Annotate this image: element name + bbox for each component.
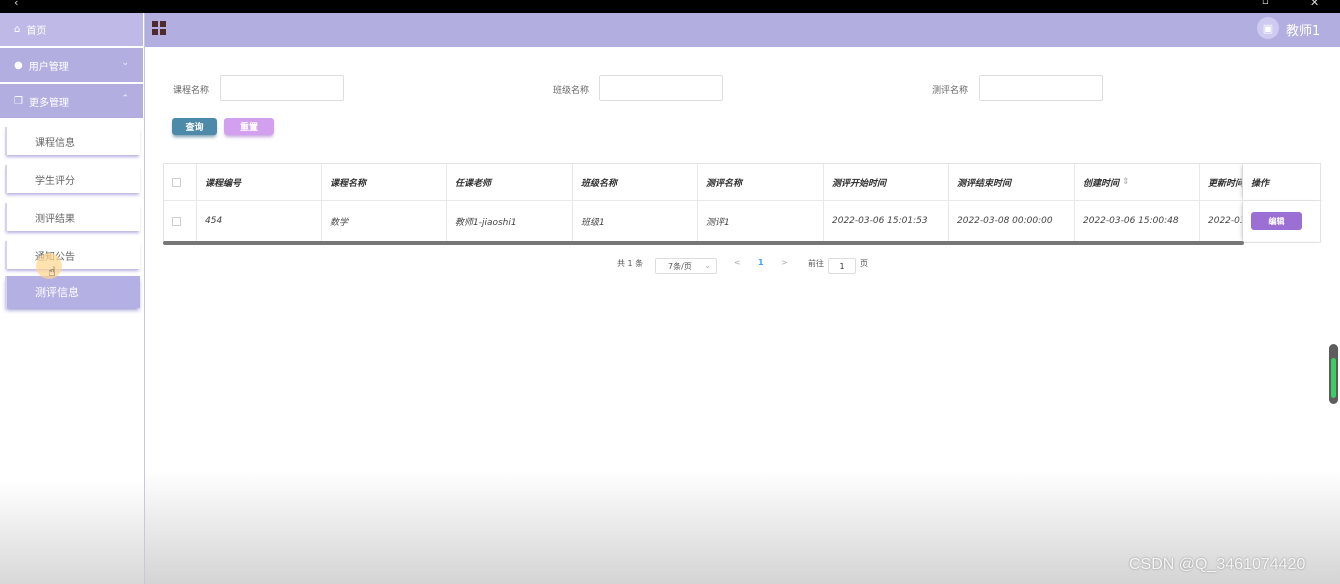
pagination-total: 共 1 条 — [617, 259, 644, 268]
avatar-icon[interactable]: ▣ — [1257, 17, 1279, 39]
username[interactable]: 教师1 — [1286, 20, 1320, 39]
page-size-select[interactable]: 7条/页 ⌄ — [655, 258, 717, 274]
sidebar-item-label: 学生评分 — [35, 175, 75, 187]
user-icon: ● — [14, 59, 23, 71]
cell-updated-time: 2022-03- — [1200, 201, 1243, 241]
top-header: ▣ 教师1 — [145, 13, 1340, 47]
sidebar-item-eval-info[interactable]: 测评信息 — [5, 276, 140, 308]
table-row: 454 数学 教师1-jiaoshi1 班级1 测评1 2022-03-06 1… — [164, 201, 1322, 241]
copy-icon: ❐ — [14, 95, 23, 107]
sidebar-item-label: 测评结果 — [35, 213, 75, 225]
column-header: 操作 — [1243, 164, 1322, 200]
goto-page-input[interactable]: 1 — [828, 258, 856, 274]
back-icon[interactable]: ‹ — [14, 0, 18, 9]
row-select-cell — [164, 201, 197, 241]
column-header: 测评结束时间 — [949, 164, 1075, 200]
chevron-down-icon: ⌄ — [704, 261, 711, 270]
vertical-scrollbar[interactable] — [1329, 344, 1338, 404]
table-horizontal-scrollbar[interactable] — [163, 241, 1244, 245]
sidebar-item-label: 测评信息 — [35, 286, 79, 299]
course-name-input[interactable] — [220, 75, 344, 101]
cell-actions: 编辑 — [1243, 201, 1322, 241]
sidebar-item-label: 更多管理 — [28, 97, 69, 109]
cell-start-time: 2022-03-06 15:01:53 — [824, 201, 949, 241]
data-table: 课程编号 课程名称 任课老师 班级名称 测评名称 测评开始时间 测评结束时间 创… — [163, 163, 1322, 243]
menu-grid-icon[interactable] — [152, 21, 166, 35]
cell-class-name: 班级1 — [573, 201, 698, 241]
page-number-current[interactable]: 1 — [758, 258, 764, 267]
class-name-input[interactable] — [599, 75, 723, 101]
reset-button[interactable]: 重置 — [224, 118, 274, 135]
cell-course-no: 454 — [197, 201, 322, 241]
sidebar-item-user-management[interactable]: ● 用户管理 ⌄ — [0, 48, 143, 82]
class-name-label: 班级名称 — [553, 86, 590, 96]
cell-course-name: 数学 — [322, 201, 447, 241]
select-all-checkbox[interactable] — [172, 177, 181, 187]
sidebar-item-announcements[interactable]: 通知公告 — [5, 241, 140, 269]
sidebar-item-more-management[interactable]: ❐ 更多管理 ⌃ — [0, 84, 143, 118]
close-window-icon[interactable]: ✕ — [1310, 0, 1319, 9]
cell-created-time: 2022-03-06 15:00:48 — [1075, 201, 1200, 241]
page-unit-label: 页 — [860, 259, 868, 268]
row-checkbox[interactable] — [172, 216, 181, 226]
select-all-cell — [164, 164, 197, 200]
sidebar: ⌂ 首页 ● 用户管理 ⌄ ❐ 更多管理 ⌃ 课程信息 学生评分 测评结果 通知… — [0, 13, 145, 584]
sidebar-item-label: 课程信息 — [35, 137, 75, 149]
table-header: 课程编号 课程名称 任课老师 班级名称 测评名称 测评开始时间 测评结束时间 创… — [164, 164, 1322, 201]
chevron-up-icon: ⌃ — [121, 94, 129, 104]
cell-end-time: 2022-03-08 00:00:00 — [949, 201, 1075, 241]
eval-name-label: 测评名称 — [932, 86, 969, 96]
watermark: CSDN @Q_3461074420 — [1129, 556, 1306, 573]
column-header: 测评名称 — [698, 164, 824, 200]
query-button[interactable]: 查询 — [172, 118, 217, 135]
chevron-down-icon: ⌄ — [121, 58, 129, 68]
window-title-bar: ‹ ▫ ✕ — [0, 0, 1340, 15]
column-header: 测评开始时间 — [824, 164, 949, 200]
next-page-button[interactable]: > — [781, 258, 788, 267]
cell-eval-name: 测评1 — [698, 201, 824, 241]
sidebar-item-label: 首页 — [26, 26, 47, 37]
sidebar-item-eval-results[interactable]: 测评结果 — [5, 203, 140, 231]
eval-name-input[interactable] — [979, 75, 1103, 101]
column-header: 任课老师 — [447, 164, 573, 200]
course-name-label: 课程名称 — [173, 86, 210, 96]
hand-cursor-icon: ☝ — [48, 265, 56, 280]
column-header: 班级名称 — [573, 164, 698, 200]
column-header: 课程名称 — [322, 164, 447, 200]
prev-page-button[interactable]: < — [734, 258, 741, 267]
sidebar-item-student-rating[interactable]: 学生评分 — [5, 165, 140, 193]
goto-label: 前往 — [808, 259, 824, 268]
sidebar-item-course-info[interactable]: 课程信息 — [5, 127, 140, 155]
cell-teacher: 教师1-jiaoshi1 — [447, 201, 573, 241]
restore-window-icon[interactable]: ▫ — [1262, 0, 1269, 7]
edit-button[interactable]: 编辑 — [1251, 212, 1302, 230]
home-icon: ⌂ — [14, 24, 21, 35]
sidebar-item-label: 用户管理 — [28, 61, 69, 73]
column-header: 课程编号 — [197, 164, 322, 200]
column-header-label: 创建时间 — [1083, 178, 1120, 189]
column-header-sortable[interactable]: 创建时间 ⇕ — [1075, 164, 1200, 200]
column-header: 更新时间 — [1200, 164, 1243, 200]
sidebar-item-home[interactable]: ⌂ 首页 — [0, 13, 143, 46]
page-size-value: 7条/页 — [668, 261, 692, 271]
sort-icon[interactable]: ⇕ — [1122, 177, 1130, 187]
app-window: ‹ ▫ ✕ ⌂ 首页 ● 用户管理 ⌄ ❐ 更多管理 ⌃ 课程信息 学生评分 测… — [0, 0, 1340, 584]
